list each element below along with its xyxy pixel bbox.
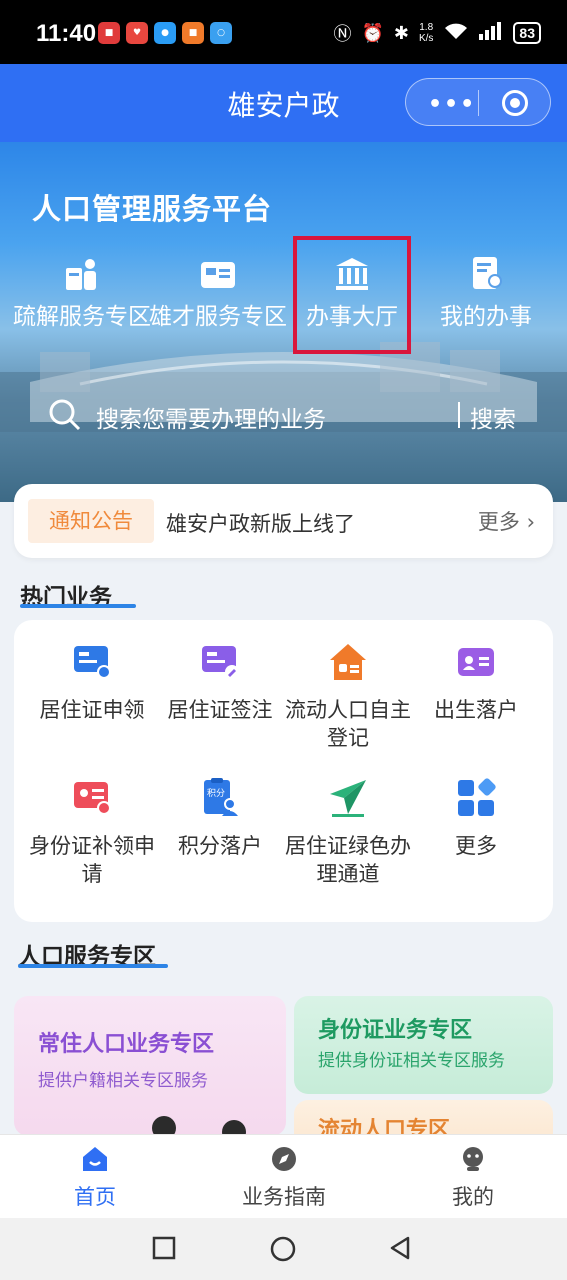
network-speed: 1.8 K/s xyxy=(418,22,434,44)
status-bar: 11:40 ■ ♥ ● ■ ○ Ⓝ ⏰ ✱ 1.8 K/s 83 xyxy=(0,0,567,64)
svg-text:积分: 积分 xyxy=(207,787,225,799)
hero-item-talent-service[interactable]: 雄才服务专区 xyxy=(148,252,288,333)
paper-plane-icon xyxy=(330,780,366,817)
user-icon xyxy=(463,1147,483,1171)
points-icon: 积分 xyxy=(204,778,238,816)
search-button[interactable]: 搜索 xyxy=(470,400,516,434)
bluetooth-icon: ✱ xyxy=(393,22,409,43)
title-bar: 雄安户政 ••• xyxy=(0,64,567,142)
hero-banner: 人口管理服务平台 疏解服务专区 雄才服务专区 办事大厅 我的办事 搜索您需要办理… xyxy=(0,142,567,502)
compass-icon xyxy=(272,1147,296,1171)
service-more[interactable]: 更多 xyxy=(412,776,540,860)
service-floating-population-register[interactable]: 流动人口自主登记 xyxy=(284,640,412,752)
service-residence-permit-apply[interactable]: 居住证申领 xyxy=(28,640,156,724)
system-nav-bar xyxy=(0,1218,567,1280)
search-bar[interactable]: 搜索您需要办理的业务 搜索 xyxy=(44,392,534,438)
search-input[interactable]: 搜索您需要办理的业务 xyxy=(96,400,326,434)
platform-title: 人口管理服务平台 xyxy=(32,192,273,226)
hot-services-title: 热门业务 xyxy=(20,578,136,612)
chevron-right-icon: › xyxy=(526,510,535,534)
back-button[interactable] xyxy=(388,1236,412,1260)
people-illustration xyxy=(152,1116,246,1136)
people-zone-title: 人口服务专区 xyxy=(18,942,168,972)
home-icon xyxy=(83,1147,107,1171)
hero-item-relief-service[interactable]: 疏解服务专区 xyxy=(12,252,152,333)
battery-indicator: 83 xyxy=(513,22,541,44)
highlight-box xyxy=(293,236,411,354)
section-underline xyxy=(20,604,136,608)
bottom-tab-bar: 首页 业务指南 我的 xyxy=(0,1134,567,1218)
service-birth-registration[interactable]: 出生落户 xyxy=(412,640,540,724)
service-residence-permit-endorse[interactable]: 居住证签注 xyxy=(156,640,284,724)
id-card-icon xyxy=(74,782,111,815)
search-notification-icon: ○ xyxy=(210,22,232,44)
service-points-settlement[interactable]: 积分 积分落户 xyxy=(156,776,284,860)
tab-home[interactable]: 首页 xyxy=(25,1145,165,1211)
home-register-icon xyxy=(330,644,366,680)
service-green-channel[interactable]: 居住证绿色办理通道 xyxy=(284,776,412,888)
notice-more-link[interactable]: 更多 › xyxy=(478,506,535,536)
app-notification-icon: ■ xyxy=(98,22,120,44)
notice-tag: 通知公告 xyxy=(28,499,154,543)
hot-services-panel: 居住证申领 居住证签注 流动人口自主登记 出生落户 身份证补领申请 积分 积分落… xyxy=(14,620,553,922)
grid-icon xyxy=(458,778,496,816)
app-notification-icon: ■ xyxy=(182,22,204,44)
residence-card-icon xyxy=(74,646,111,679)
wifi-icon xyxy=(443,21,469,46)
signal-icon xyxy=(479,21,503,45)
hero-item-my-affairs[interactable]: 我的办事 xyxy=(416,252,556,333)
card-permanent-resident[interactable]: 常住人口业务专区 提供户籍相关专区服务 xyxy=(14,996,286,1136)
tab-mine[interactable]: 我的 xyxy=(403,1145,543,1211)
capsule-divider xyxy=(478,90,479,116)
home-button[interactable] xyxy=(270,1236,296,1262)
birth-icon xyxy=(458,648,494,676)
notice-text[interactable]: 雄安户政新版上线了 xyxy=(166,508,355,538)
document-user-icon xyxy=(464,252,508,296)
card-id-card-zone[interactable]: 身份证业务专区 提供身份证相关专区服务 xyxy=(294,996,553,1094)
people-icon xyxy=(60,252,104,296)
search-divider xyxy=(458,402,460,428)
close-miniprogram-button[interactable] xyxy=(502,90,528,116)
chat-notification-icon: ● xyxy=(154,22,176,44)
status-time: 11:40 xyxy=(36,20,97,47)
notice-bar[interactable]: 通知公告 雄安户政新版上线了 更多 › xyxy=(14,484,553,558)
section-underline xyxy=(18,964,168,968)
card-icon xyxy=(196,252,240,296)
residence-endorse-icon xyxy=(202,646,239,679)
notification-icons: ■ ♥ ● ■ ○ xyxy=(98,22,232,44)
nfc-icon: Ⓝ xyxy=(333,24,352,44)
status-icons: Ⓝ ⏰ ✱ 1.8 K/s 83 xyxy=(333,20,541,46)
more-menu-button[interactable]: ••• xyxy=(428,92,476,117)
recent-apps-button[interactable] xyxy=(152,1236,176,1260)
service-id-card-reissue[interactable]: 身份证补领申请 xyxy=(28,776,156,888)
search-icon xyxy=(49,399,81,431)
tab-business-guide[interactable]: 业务指南 xyxy=(214,1145,354,1211)
alarm-icon: ⏰ xyxy=(361,22,384,43)
app-notification-icon: ♥ xyxy=(126,22,148,44)
miniprogram-capsule: ••• xyxy=(405,78,551,126)
